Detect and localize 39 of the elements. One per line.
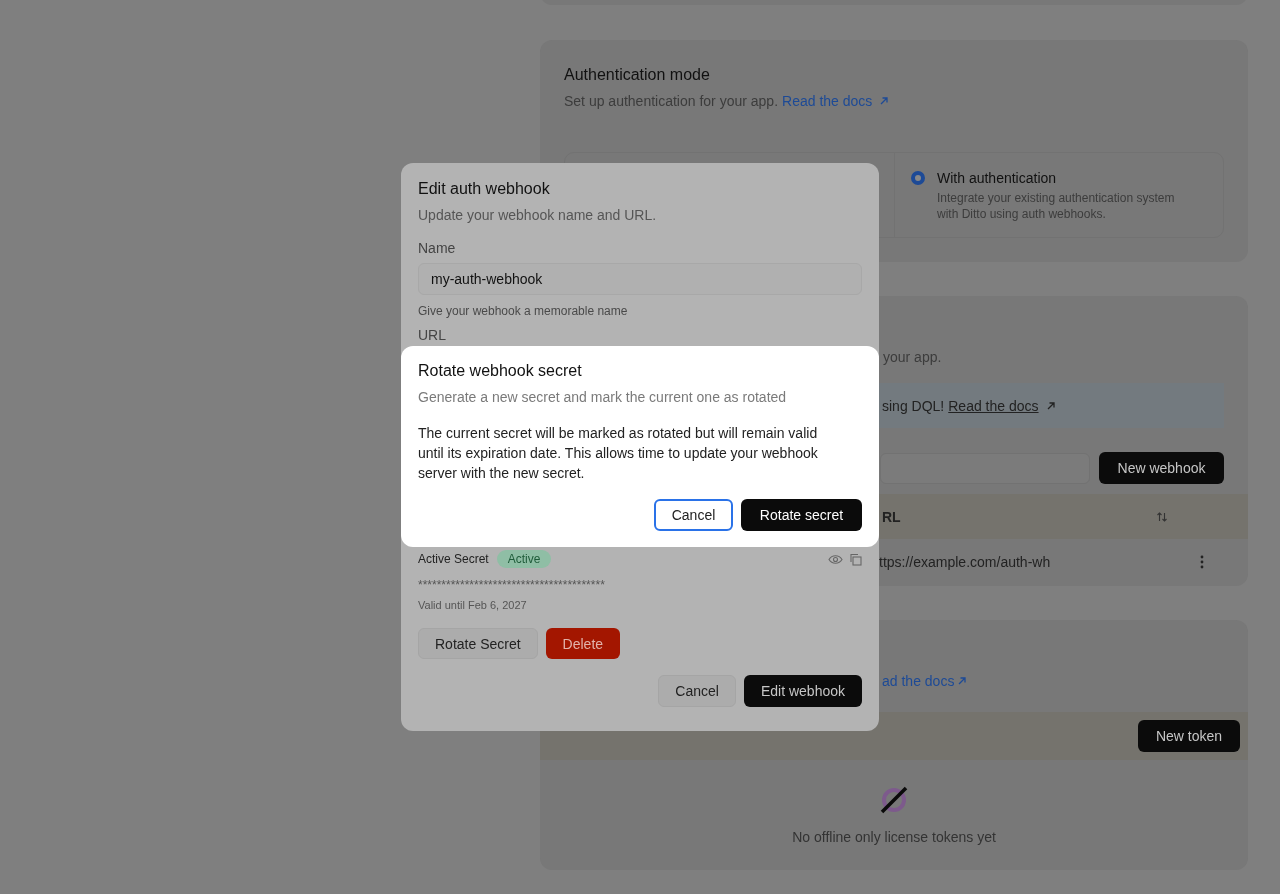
docs-link[interactable]: Read the docs <box>948 397 1039 414</box>
dialog-description: Update your webhook name and URL. <box>418 206 658 225</box>
field-label: Name <box>418 239 457 258</box>
section-description: Set up authentication for your app. <box>564 92 779 111</box>
rotate-button[interactable]: Rotate Secret <box>418 628 538 659</box>
external-link-icon <box>1045 400 1056 411</box>
name-field[interactable]: my-auth-webhook <box>418 263 862 295</box>
expiry-text: Valid until Feb 6, 2027 <box>418 598 528 612</box>
status-badge: Active <box>496 550 552 568</box>
rotate-secret-button[interactable]: Rotate secret <box>741 499 862 531</box>
section-title: Authentication mode <box>564 65 711 85</box>
more-options-icon <box>1200 555 1204 569</box>
field-help-text: Give your webhook a memorable name <box>418 304 629 318</box>
new-token-button[interactable]: New token <box>1138 720 1240 752</box>
field-label: URL <box>418 327 447 343</box>
external-link-icon <box>957 676 968 686</box>
empty-icon <box>879 785 909 815</box>
search-field[interactable] <box>880 452 1090 484</box>
empty-state-text: No offline only license tokens yet <box>792 829 996 845</box>
radio-button[interactable] <box>911 171 925 185</box>
delete-button[interactable]: Delete <box>545 628 621 659</box>
dialog-description: Generate a new secret and mark the current one as rotated <box>418 388 788 407</box>
eye-icon <box>828 553 843 565</box>
section-description: your app. <box>883 348 942 367</box>
cancel-button[interactable]: Cancel <box>654 499 733 531</box>
secret-label: Active Secret <box>418 552 489 566</box>
new-webhook-button[interactable]: New webhook <box>1099 452 1224 484</box>
banner-text: sing DQL! <box>882 397 945 414</box>
dialog-title: Edit auth webhook <box>418 179 551 199</box>
submit-button[interactable]: Edit webhook <box>743 675 862 707</box>
dialog-message: The current secret will be marked as rotated but will remain valid until its expiration date. This allows time to update your webhook server with the new secret. <box>418 424 819 483</box>
table-cell-text: ttps://example.com/auth-wh <box>879 554 1052 570</box>
option-description: Integrate your existing authentication system with Ditto using auth webhooks. <box>937 190 1176 222</box>
cancel-button[interactable]: Cancel <box>658 675 736 707</box>
external-link-icon <box>879 96 890 106</box>
option-label: With authentication <box>937 169 1058 187</box>
copy-icon <box>849 552 862 566</box>
dialog-title: Rotate webhook secret <box>418 361 583 381</box>
secret-value: **************************************** <box>418 578 606 592</box>
